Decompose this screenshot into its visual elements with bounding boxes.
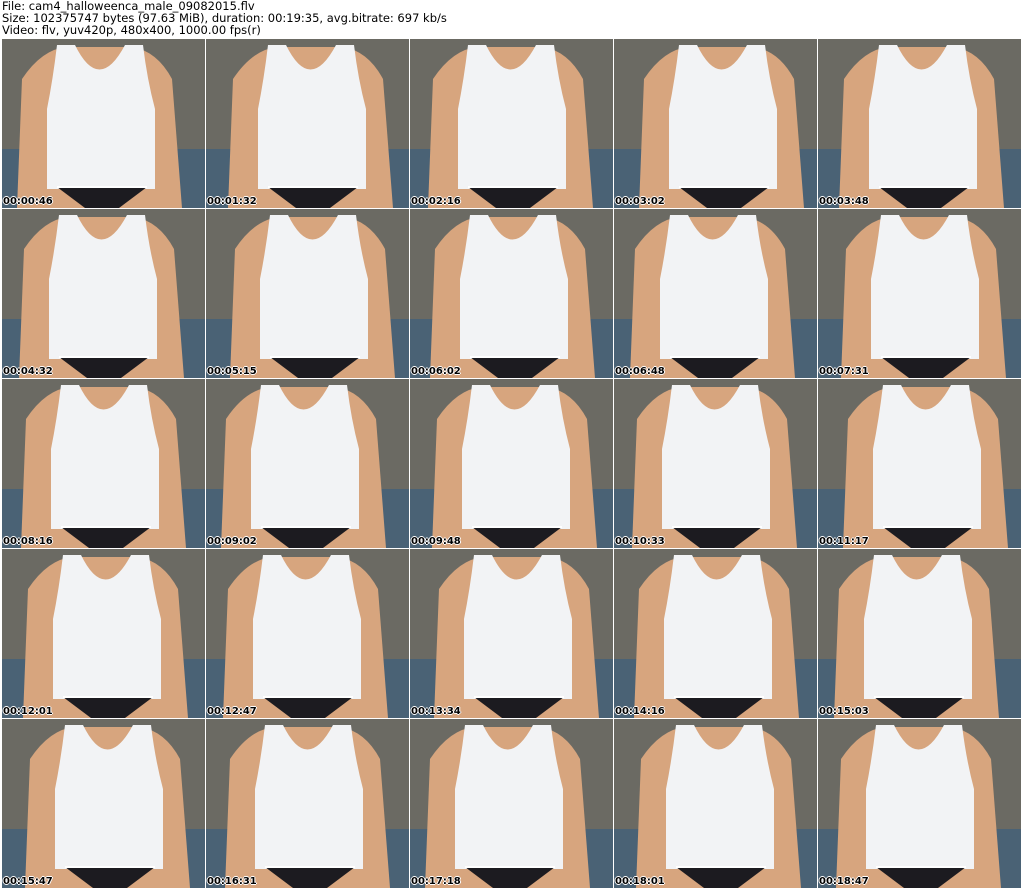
video-thumbnail[interactable]: 00:03:02 bbox=[614, 39, 817, 208]
timestamp-label: 00:12:47 bbox=[207, 706, 257, 717]
video-thumbnail[interactable]: 00:00:46 bbox=[2, 39, 205, 208]
video-thumbnail[interactable]: 00:16:31 bbox=[206, 719, 409, 888]
video-info-line: Video: flv, yuv420p, 480x400, 1000.00 fp… bbox=[2, 23, 261, 37]
timestamp-label: 00:02:16 bbox=[411, 196, 461, 207]
video-frame-image bbox=[2, 719, 205, 888]
video-frame-image bbox=[818, 719, 1021, 888]
timestamp-label: 00:09:02 bbox=[207, 536, 257, 547]
video-thumbnail[interactable]: 00:10:33 bbox=[614, 379, 817, 548]
timestamp-label: 00:04:32 bbox=[3, 366, 53, 377]
video-frame-image bbox=[614, 379, 817, 548]
video-thumbnail[interactable]: 00:09:48 bbox=[410, 379, 613, 548]
thumbnail-grid: 00:00:46 00:01:32 00:02:16 00:03:02 00:03:48… bbox=[2, 39, 1022, 889]
video-frame-image bbox=[818, 39, 1021, 208]
timestamp-label: 00:16:31 bbox=[207, 876, 257, 887]
video-thumbnail[interactable]: 00:06:48 bbox=[614, 209, 817, 378]
video-frame-image bbox=[818, 209, 1021, 378]
video-frame-image bbox=[614, 549, 817, 718]
video-thumbnail[interactable]: 00:09:02 bbox=[206, 379, 409, 548]
video-frame-image bbox=[206, 549, 409, 718]
video-thumbnail[interactable]: 00:03:48 bbox=[818, 39, 1021, 208]
timestamp-label: 00:06:02 bbox=[411, 366, 461, 377]
video-frame-image bbox=[614, 209, 817, 378]
video-thumbnail[interactable]: 00:06:02 bbox=[410, 209, 613, 378]
video-thumbnail[interactable]: 00:13:34 bbox=[410, 549, 613, 718]
video-thumbnail[interactable]: 00:14:16 bbox=[614, 549, 817, 718]
timestamp-label: 00:06:48 bbox=[615, 366, 665, 377]
timestamp-label: 00:07:31 bbox=[819, 366, 869, 377]
video-frame-image bbox=[614, 719, 817, 888]
video-thumbnail[interactable]: 00:07:31 bbox=[818, 209, 1021, 378]
timestamp-label: 00:09:48 bbox=[411, 536, 461, 547]
video-frame-image bbox=[206, 379, 409, 548]
video-thumbnail[interactable]: 00:18:47 bbox=[818, 719, 1021, 888]
video-frame-image bbox=[206, 39, 409, 208]
video-thumbnail[interactable]: 00:18:01 bbox=[614, 719, 817, 888]
video-thumbnail[interactable]: 00:11:17 bbox=[818, 379, 1021, 548]
timestamp-label: 00:18:47 bbox=[819, 876, 869, 887]
video-thumbnail[interactable]: 00:15:03 bbox=[818, 549, 1021, 718]
video-thumbnail[interactable]: 00:01:32 bbox=[206, 39, 409, 208]
video-thumbnail[interactable]: 00:05:15 bbox=[206, 209, 409, 378]
video-thumbnail[interactable]: 00:12:01 bbox=[2, 549, 205, 718]
video-frame-image bbox=[2, 39, 205, 208]
timestamp-label: 00:10:33 bbox=[615, 536, 665, 547]
video-thumbnail[interactable]: 00:17:18 bbox=[410, 719, 613, 888]
video-thumbnail[interactable]: 00:12:47 bbox=[206, 549, 409, 718]
timestamp-label: 00:00:46 bbox=[3, 196, 53, 207]
video-thumbnail[interactable]: 00:15:47 bbox=[2, 719, 205, 888]
video-frame-image bbox=[410, 379, 613, 548]
timestamp-label: 00:03:02 bbox=[615, 196, 665, 207]
info-header: File: cam4_halloweenca_male_09082015.flv… bbox=[2, 0, 1022, 38]
timestamp-label: 00:12:01 bbox=[3, 706, 53, 717]
video-frame-image bbox=[410, 209, 613, 378]
timestamp-label: 00:14:16 bbox=[615, 706, 665, 717]
video-frame-image bbox=[2, 379, 205, 548]
video-frame-image bbox=[2, 209, 205, 378]
video-frame-image bbox=[2, 549, 205, 718]
video-frame-image bbox=[410, 719, 613, 888]
video-thumbnail[interactable]: 00:08:16 bbox=[2, 379, 205, 548]
timestamp-label: 00:18:01 bbox=[615, 876, 665, 887]
video-thumbnail[interactable]: 00:04:32 bbox=[2, 209, 205, 378]
timestamp-label: 00:05:15 bbox=[207, 366, 257, 377]
video-frame-image bbox=[206, 209, 409, 378]
video-frame-image bbox=[206, 719, 409, 888]
timestamp-label: 00:13:34 bbox=[411, 706, 461, 717]
video-frame-image bbox=[410, 39, 613, 208]
timestamp-label: 00:03:48 bbox=[819, 196, 869, 207]
timestamp-label: 00:11:17 bbox=[819, 536, 869, 547]
timestamp-label: 00:08:16 bbox=[3, 536, 53, 547]
video-frame-image bbox=[818, 549, 1021, 718]
timestamp-label: 00:17:18 bbox=[411, 876, 461, 887]
video-frame-image bbox=[818, 379, 1021, 548]
timestamp-label: 00:01:32 bbox=[207, 196, 257, 207]
timestamp-label: 00:15:47 bbox=[3, 876, 53, 887]
timestamp-label: 00:15:03 bbox=[819, 706, 869, 717]
video-frame-image bbox=[614, 39, 817, 208]
video-frame-image bbox=[410, 549, 613, 718]
video-thumbnail[interactable]: 00:02:16 bbox=[410, 39, 613, 208]
